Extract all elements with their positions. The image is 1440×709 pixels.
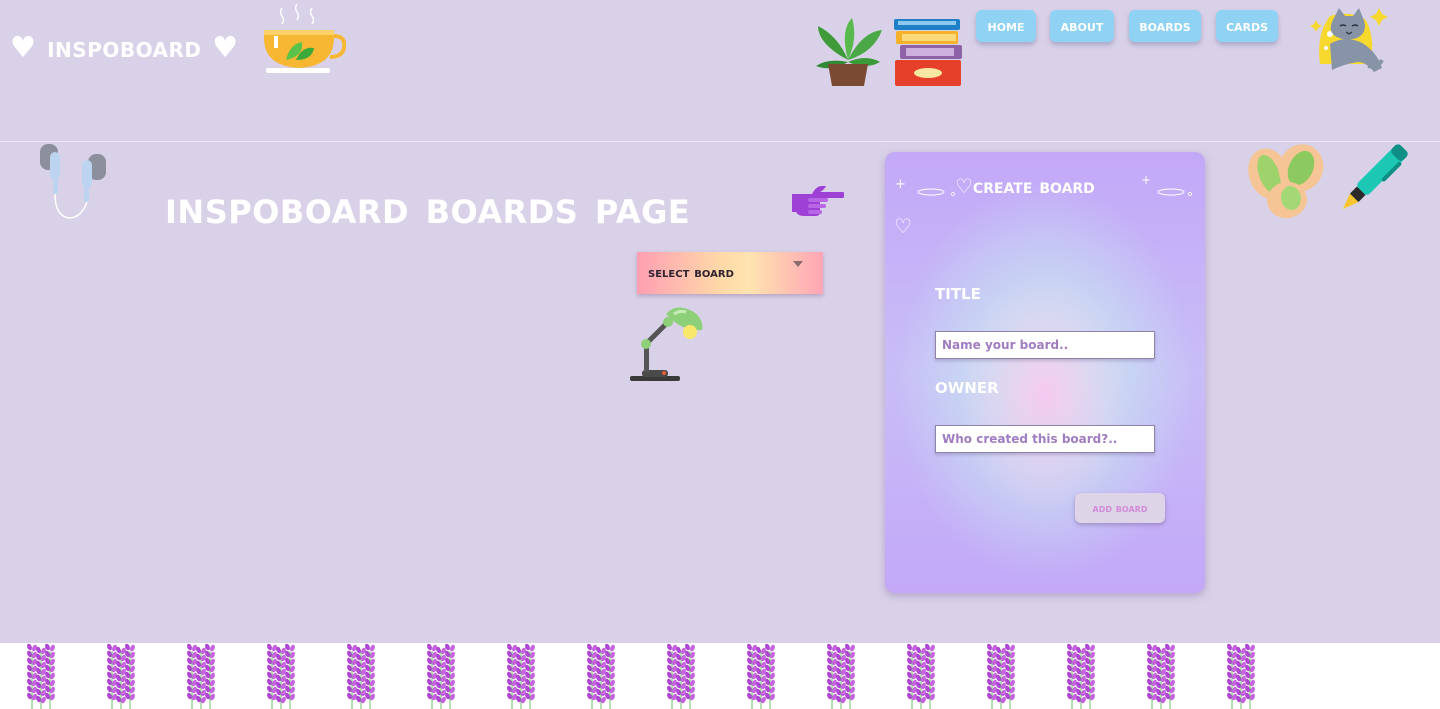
owner-input[interactable]	[935, 425, 1155, 453]
lavender-icon	[267, 643, 295, 709]
lavender-icon	[667, 643, 695, 709]
form-heading: ♡Create Board	[955, 174, 1095, 198]
nav-home-button[interactable]: Home	[976, 10, 1036, 42]
headphones-icon	[40, 144, 106, 219]
teacup-icon	[264, 3, 346, 73]
cat-icon	[1310, 8, 1388, 72]
add-board-button[interactable]: Add Board	[1075, 493, 1165, 523]
lavender-icon	[1147, 643, 1175, 709]
lavender-footer	[0, 643, 1440, 709]
nav-cards-button[interactable]: Cards	[1216, 10, 1278, 42]
lavender-icon	[27, 643, 55, 709]
pistachio-icon	[1248, 144, 1324, 219]
select-board-value: Select Board	[648, 265, 734, 281]
lavender-icon	[1067, 643, 1095, 709]
svg-text:+: +	[1141, 173, 1151, 187]
lavender-icon	[1227, 643, 1255, 709]
svg-text:+: +	[895, 177, 906, 192]
heart-icon: ♡	[894, 214, 912, 238]
lavender-icon	[427, 643, 455, 709]
desk-lamp-icon	[630, 307, 703, 381]
lavender-icon	[987, 643, 1015, 709]
owner-label: owner	[935, 374, 999, 399]
select-board-dropdown[interactable]: Select Board	[637, 252, 823, 294]
lavender-icon	[507, 643, 535, 709]
create-board-form: + + ♡Create Board ♡ Title owner Add Boar…	[885, 152, 1205, 593]
lavender-icon	[107, 643, 135, 709]
lavender-icon	[827, 643, 855, 709]
lavender-icon	[587, 643, 615, 709]
lavender-icon	[907, 643, 935, 709]
lavender-icon	[347, 643, 375, 709]
pointing-hand-icon	[792, 186, 844, 216]
plant-icon	[816, 18, 882, 86]
lavender-icon	[747, 643, 775, 709]
lavender-icon	[187, 643, 215, 709]
books-icon	[894, 19, 962, 86]
title-label: Title	[935, 280, 981, 305]
site-header: ♥ Inspoboard ♥ Home About Boards Cards	[0, 0, 1440, 142]
page-title: Inspoboard Boards Page	[165, 180, 691, 234]
pen-icon	[1342, 144, 1408, 210]
nav-boards-button[interactable]: Boards	[1129, 10, 1201, 42]
site-logo[interactable]: ♥ Inspoboard ♥	[10, 30, 239, 64]
nav-about-button[interactable]: About	[1050, 10, 1114, 42]
chevron-down-icon	[793, 261, 803, 267]
title-input[interactable]	[935, 331, 1155, 359]
